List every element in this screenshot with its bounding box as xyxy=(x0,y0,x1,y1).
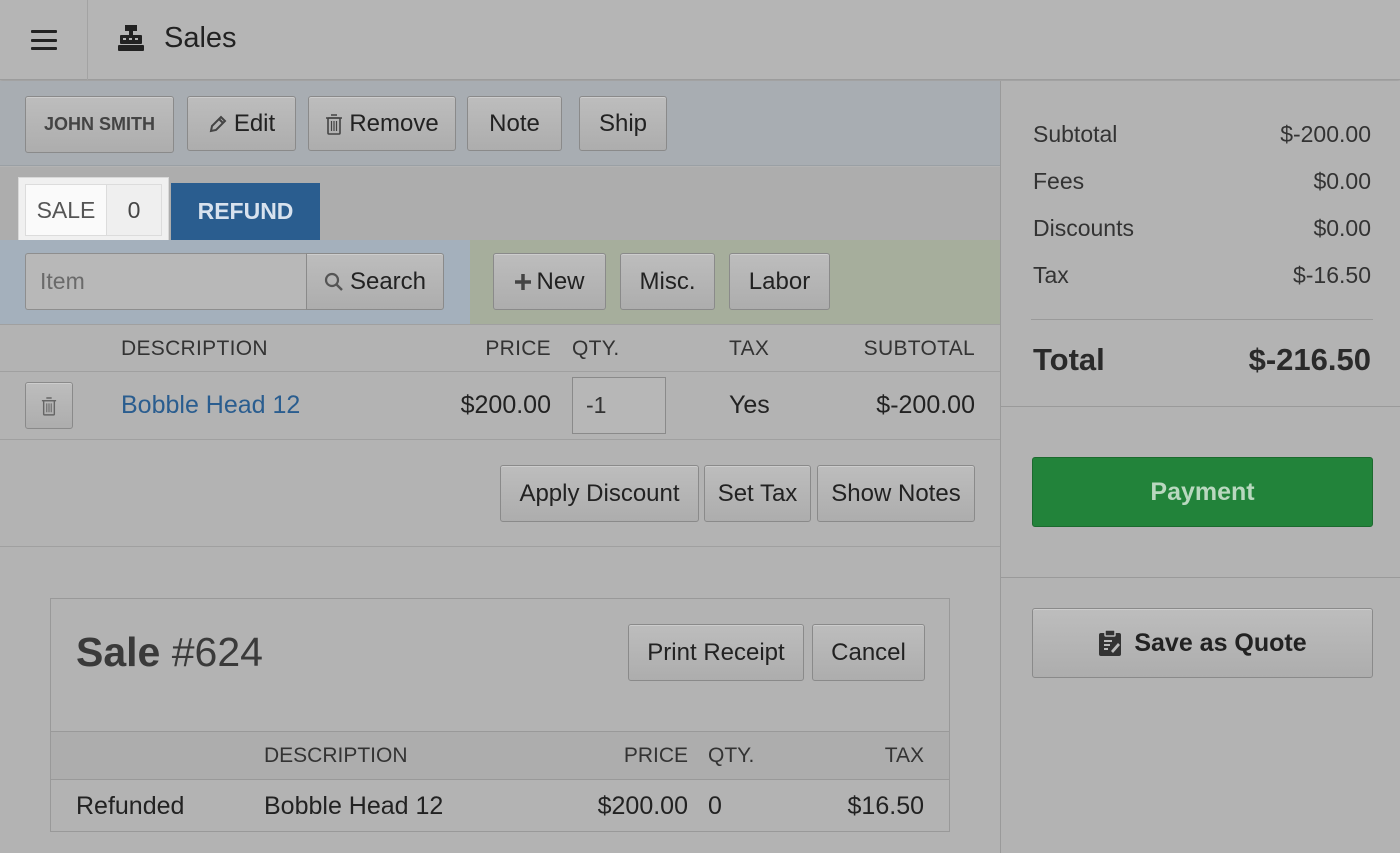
plus-icon xyxy=(515,273,532,290)
clipboard-icon xyxy=(1099,629,1122,656)
receipt-col-tax: TAX xyxy=(884,744,924,767)
menu-button[interactable] xyxy=(0,0,88,80)
receipt-col-description: DESCRIPTION xyxy=(264,744,408,767)
table-row: Bobble Head 12 $200.00 -1 Yes $-200.00 xyxy=(0,372,1000,440)
trash-icon xyxy=(326,113,343,135)
misc-item-button[interactable]: Misc. xyxy=(620,253,715,310)
line-item-subtotal: $-200.00 xyxy=(876,391,975,419)
receipt-col-price: PRICE xyxy=(623,744,688,767)
receipt-qty: 0 xyxy=(708,792,722,820)
tab-sale[interactable]: SALE 0 xyxy=(18,177,169,243)
col-tax: TAX xyxy=(729,337,770,360)
summary-divider xyxy=(1031,319,1373,320)
col-subtotal: SUBTOTAL xyxy=(863,337,975,360)
item-search-section: Item Search xyxy=(0,240,470,324)
ship-button[interactable]: Ship xyxy=(579,96,667,151)
payment-button[interactable]: Payment xyxy=(1032,457,1373,527)
apply-discount-button[interactable]: Apply Discount xyxy=(500,465,699,522)
line-items-header: DESCRIPTION PRICE QTY. TAX SUBTOTAL xyxy=(0,324,1000,372)
page-title: Sales xyxy=(164,21,237,54)
table-row: Refunded Bobble Head 12 $200.00 0 $16.50 xyxy=(51,780,949,832)
customer-name: JOHN SMITH xyxy=(43,114,155,134)
divider xyxy=(1001,577,1400,578)
search-button[interactable]: Search xyxy=(306,253,444,310)
sale-editor: JOHN SMITH Edit Remove Note Ship SALE 0 … xyxy=(0,81,1000,853)
note-button[interactable]: Note xyxy=(467,96,562,151)
cancel-button[interactable]: Cancel xyxy=(812,624,925,681)
receipt-table-header: DESCRIPTION PRICE QTY. TAX xyxy=(51,731,949,780)
receipt-status: Refunded xyxy=(76,792,185,820)
item-entry-bar: Item Search New Misc. Labor xyxy=(0,240,1000,324)
remove-customer-button[interactable]: Remove xyxy=(308,96,456,151)
receipt-title: Sale #624 xyxy=(76,629,263,675)
show-notes-button[interactable]: Show Notes xyxy=(817,465,975,522)
fees-line: Fees $0.00 xyxy=(1033,168,1371,194)
receipt-col-qty: QTY. xyxy=(708,744,755,767)
col-qty: QTY. xyxy=(572,337,620,360)
col-description: DESCRIPTION xyxy=(121,337,268,360)
line-item-link[interactable]: Bobble Head 12 xyxy=(121,391,300,420)
receipt-price: $200.00 xyxy=(597,792,688,820)
order-summary: Subtotal $-200.00 Fees $0.00 Discounts $0.0… xyxy=(1000,81,1400,853)
delete-line-button[interactable] xyxy=(25,382,73,429)
sale-tab-label: SALE xyxy=(26,185,107,235)
divider xyxy=(1001,406,1400,407)
print-receipt-button[interactable]: Print Receipt xyxy=(628,624,804,681)
app-title: Sales xyxy=(116,0,237,76)
discounts-line: Discounts $0.00 xyxy=(1033,215,1371,241)
col-price: PRICE xyxy=(485,337,551,360)
quantity-input[interactable]: -1 xyxy=(572,377,666,434)
item-search-input[interactable]: Item xyxy=(25,253,307,310)
new-item-button[interactable]: New xyxy=(493,253,606,310)
hamburger-icon xyxy=(30,30,57,50)
customer-button[interactable]: JOHN SMITH xyxy=(25,96,174,153)
mode-tabs: SALE 0 REFUND xyxy=(0,167,1000,243)
line-item-price: $200.00 xyxy=(460,391,551,419)
customer-bar: JOHN SMITH Edit Remove Note Ship xyxy=(0,81,1000,166)
sale-count-badge: 0 xyxy=(107,185,161,235)
save-as-quote-button[interactable]: Save as Quote xyxy=(1032,608,1373,678)
subtotal-line: Subtotal $-200.00 xyxy=(1033,121,1371,147)
edit-customer-button[interactable]: Edit xyxy=(187,96,296,151)
receipt-description: Bobble Head 12 xyxy=(264,792,444,820)
search-icon xyxy=(324,272,343,291)
sale-receipt-panel: Sale #624 Print Receipt Cancel DESCRIPTI… xyxy=(50,598,950,832)
line-actions: Apply Discount Set Tax Show Notes xyxy=(0,440,1000,547)
labor-button[interactable]: Labor xyxy=(729,253,830,310)
trash-icon xyxy=(41,396,57,416)
tab-refund[interactable]: REFUND xyxy=(171,183,320,240)
total-line: Total $-216.50 xyxy=(1033,342,1371,377)
add-item-section: New Misc. Labor xyxy=(470,240,1000,324)
receipt-tax: $16.50 xyxy=(847,792,924,820)
set-tax-button[interactable]: Set Tax xyxy=(704,465,811,522)
top-bar: Sales xyxy=(0,0,1400,80)
line-item-tax: Yes xyxy=(729,391,770,419)
cash-register-icon xyxy=(118,25,144,51)
pencil-icon xyxy=(209,115,227,132)
tax-line: Tax $-16.50 xyxy=(1033,262,1371,288)
